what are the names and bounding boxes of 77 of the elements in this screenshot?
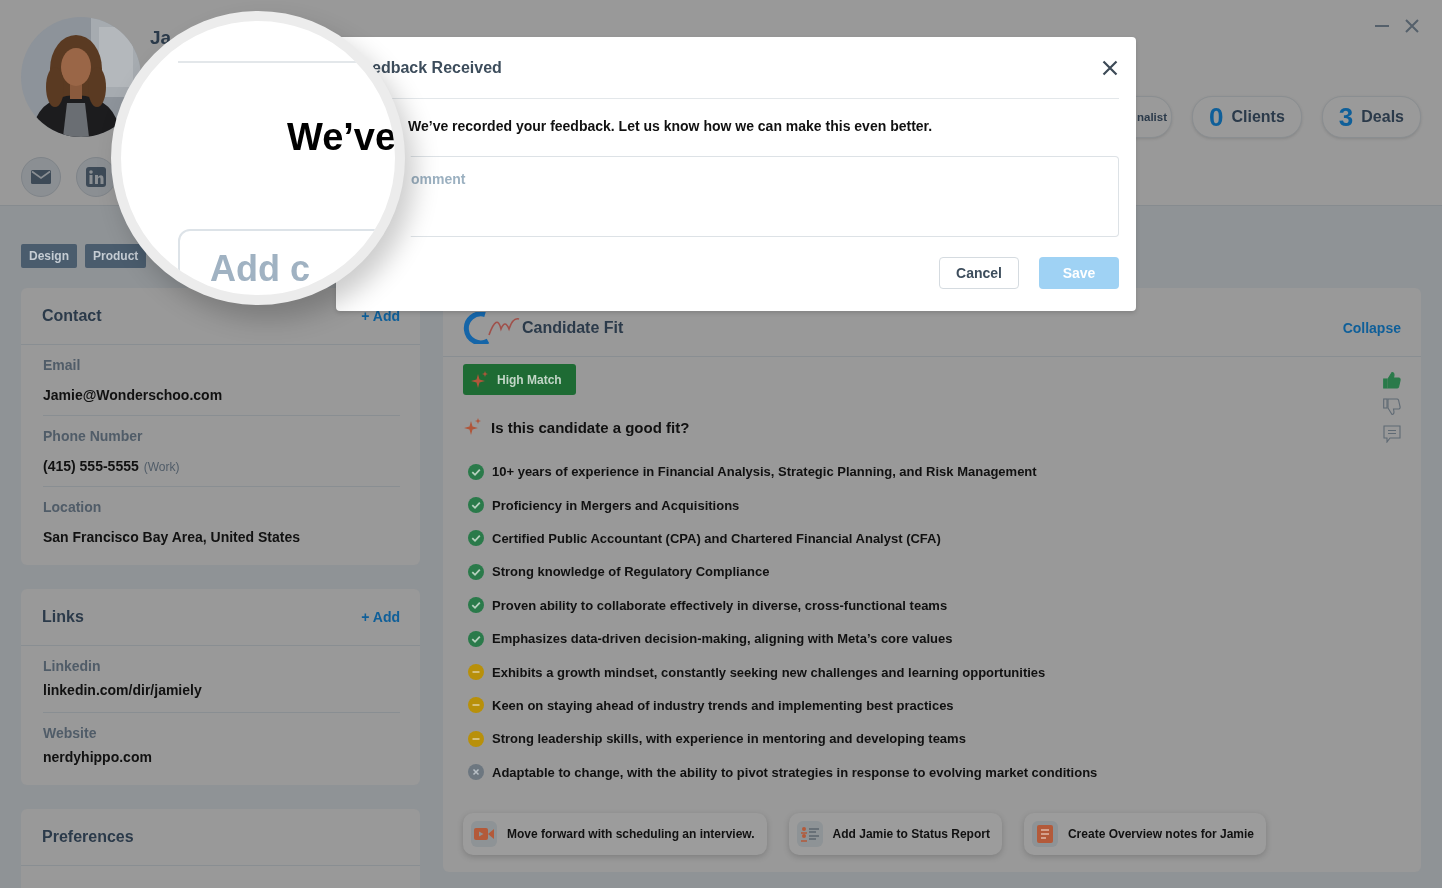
dialog-title: edback Received: [372, 58, 502, 77]
thumbs-down-icon: [1383, 398, 1401, 416]
comment-icon: [1383, 425, 1401, 443]
minus-icon: [468, 697, 484, 714]
check-icon: [468, 597, 484, 614]
check-icon: [468, 630, 484, 647]
dialog-message: We’ve recorded your feedback. Let us know how we can make this even better.: [407, 118, 934, 134]
field-note: (Work): [143, 460, 180, 474]
stat-pill[interactable]: 3 Deals: [1321, 96, 1421, 138]
close-icon: [1102, 59, 1118, 76]
sparkle-icon: [471, 370, 489, 389]
close-button[interactable]: [1101, 58, 1119, 77]
criterion-text: Adaptable to change, with the ability to pivot strategies in response to evolving market conditions: [492, 764, 1098, 780]
profile-link-button[interactable]: [76, 157, 116, 197]
action-chip[interactable]: Add Jamie to Status Report: [788, 812, 1002, 855]
comment-button[interactable]: [1383, 425, 1401, 443]
criterion-text: Proven ability to collaborate effectively in diverse, cross-functional teams: [492, 597, 948, 613]
match-badge: High Match: [463, 364, 576, 395]
criterion-text: Keen on staying ahead of industry trends and implementing best practices: [492, 697, 954, 713]
field-label: Website: [43, 725, 98, 741]
network-icon: [86, 167, 106, 187]
criterion-text: Proficiency in Mergers and Acquisitions: [492, 497, 740, 513]
card-title: Contact: [42, 307, 102, 325]
logo-icon: [462, 312, 520, 344]
field-value: linkedin.com/dir/jamiely: [43, 682, 202, 698]
stat-count: 3: [1338, 101, 1354, 133]
question-text: Is this candidate a good fit?: [491, 418, 690, 436]
tag: Design: [21, 244, 77, 268]
notes-icon: [1036, 824, 1053, 843]
action-chip[interactable]: Create Overview notes for Jamie: [1023, 812, 1267, 855]
close-icon: [1404, 18, 1420, 34]
sparkle-icon: [464, 418, 482, 436]
criterion-text: Strong knowledge of Regulatory Compliance: [492, 564, 770, 580]
stat-label: nalist: [1135, 111, 1167, 123]
card-title: Links: [42, 608, 84, 626]
card-title: Candidate Fit: [522, 319, 624, 337]
stat-count: 0: [1209, 101, 1224, 133]
add-link[interactable]: + Add: [361, 308, 400, 324]
comment-field[interactable]: omment: [410, 156, 1119, 237]
thumbs-up-icon: [1383, 371, 1401, 389]
thumbs-down-button[interactable]: [1383, 398, 1401, 416]
cross-icon: [468, 764, 484, 781]
card-title: Preferences: [42, 828, 134, 846]
checklist-icon: [800, 825, 819, 842]
collapse-link[interactable]: Collapse: [1342, 320, 1401, 336]
stat-label: Clients: [1231, 108, 1285, 126]
stat-pill[interactable]: 0 Clients: [1192, 96, 1302, 138]
add-link[interactable]: + Add: [361, 609, 400, 625]
field-value: nerdyhippo.com: [43, 749, 152, 765]
field-label: Linkedin: [43, 658, 102, 674]
minimize-icon: [1375, 25, 1389, 27]
magnified-heading: We’ve: [287, 115, 395, 160]
cancel-button[interactable]: Cancel: [939, 257, 1019, 289]
envelope-icon: [31, 170, 51, 184]
action-chip[interactable]: Move forward with scheduling an interview.: [463, 812, 767, 855]
field-value: San Francisco Bay Area, United States: [43, 529, 301, 545]
criterion-text: Certified Public Accountant (CPA) and Chartered Financial Analyst (CFA): [492, 530, 941, 546]
criterion-text: 10+ years of experience in Financial Analysis, Strategic Planning, and Risk Management: [492, 464, 1037, 480]
check-icon: [468, 463, 484, 480]
minus-icon: [468, 664, 484, 681]
stat-label: Deals: [1361, 108, 1404, 126]
tag: Product: [85, 244, 147, 268]
field-value: (415) 555-5555: [43, 458, 139, 474]
field-label: Location: [43, 499, 103, 515]
thumbs-up-button[interactable]: [1383, 371, 1401, 389]
field-label: Phone Number: [43, 428, 144, 444]
minus-icon: [468, 730, 484, 747]
email-button[interactable]: [21, 157, 61, 197]
criterion-text: Strong leadership skills, with experience in mentoring and developing teams: [492, 731, 966, 747]
criterion-text: Emphasizes data-driven decision-making, aligning with Meta’s core values: [492, 631, 953, 647]
check-icon: [468, 497, 484, 514]
check-icon: [468, 563, 484, 580]
criterion-text: Exhibits a growth mindset, constantly seeking new challenges and learning opportunities: [492, 664, 1046, 680]
video-camera-icon: [474, 826, 494, 841]
check-icon: [468, 530, 484, 547]
field-label: Email: [43, 357, 82, 373]
field-value: Jamie@Wonderschoo.com: [43, 387, 223, 403]
